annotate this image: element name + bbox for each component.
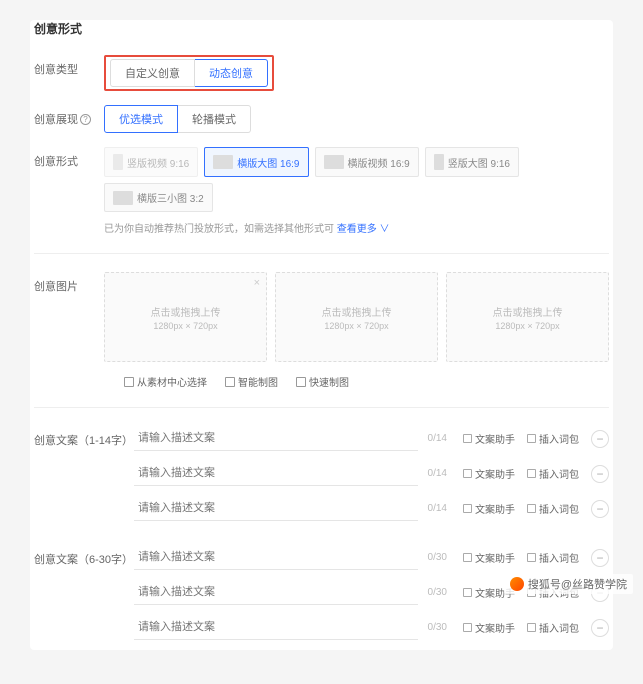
upload-box-1[interactable]: × 点击或拖拽上传 1280px × 720px <box>104 272 267 362</box>
copy-assistant-button[interactable]: 文案助手 <box>457 501 521 516</box>
assistant-icon <box>463 434 472 443</box>
format-vertical-large[interactable]: 竖版大图 9:16 <box>425 147 519 177</box>
row-copy-long: 创意文案（6-30字） 0/30文案助手插入词包−0/30文案助手插入词包−0/… <box>34 545 609 650</box>
sohu-logo-icon <box>510 577 524 591</box>
copy-assistant-button[interactable]: 文案助手 <box>457 431 521 446</box>
watermark: 搜狐号@丝路赞学院 <box>504 574 633 594</box>
copy-input-row: 0/14文案助手插入词包− <box>134 461 609 486</box>
tool-material-center[interactable]: 从素材中心选择 <box>124 374 207 389</box>
char-count: 0/30 <box>418 622 457 633</box>
tab-dynamic-creative[interactable]: 动态创意 <box>195 59 268 87</box>
copy-assistant-button[interactable]: 文案助手 <box>457 550 521 565</box>
label-copy-long: 创意文案（6-30字） <box>34 545 134 567</box>
tab-custom-creative[interactable]: 自定义创意 <box>110 59 195 87</box>
remove-row-button[interactable]: − <box>591 500 609 518</box>
format-thumb-icon <box>324 155 344 169</box>
tab-optimal-mode[interactable]: 优选模式 <box>104 105 178 133</box>
assistant-icon <box>463 623 472 632</box>
copy-input[interactable] <box>134 615 418 640</box>
char-count: 0/30 <box>418 552 457 563</box>
row-display-mode: 创意展现 ? 优选模式 轮播模式 <box>34 105 609 133</box>
remove-row-button[interactable]: − <box>591 549 609 567</box>
label-creative-form: 创意形式 <box>34 147 104 169</box>
insert-icon <box>527 434 536 443</box>
label-creative-image: 创意图片 <box>34 272 104 294</box>
assistant-icon <box>463 504 472 513</box>
remove-row-button[interactable]: − <box>591 465 609 483</box>
format-horizontal-large[interactable]: 横版大图 16:9 <box>204 147 308 177</box>
format-vertical-video[interactable]: 竖版视频 9:16 <box>104 147 198 177</box>
upload-box-2[interactable]: 点击或拖拽上传 1280px × 720px <box>275 272 438 362</box>
assistant-icon <box>463 469 472 478</box>
image-tools: 从素材中心选择 智能制图 快速制图 <box>104 374 609 389</box>
insert-word-button[interactable]: 插入词包 <box>521 501 585 516</box>
remove-row-button[interactable]: − <box>591 619 609 637</box>
label-display-mode: 创意展现 ? <box>34 105 104 127</box>
char-count: 0/14 <box>418 433 457 444</box>
flash-icon <box>296 377 306 387</box>
insert-icon <box>527 469 536 478</box>
insert-word-button[interactable]: 插入词包 <box>521 431 585 446</box>
divider <box>34 253 609 254</box>
copy-input-row: 0/30文案助手插入词包− <box>134 545 609 570</box>
tool-quick-image[interactable]: 快速制图 <box>296 374 349 389</box>
row-creative-type: 创意类型 自定义创意 动态创意 <box>34 55 609 91</box>
remove-row-button[interactable]: − <box>591 430 609 448</box>
format-thumb-icon <box>434 154 444 170</box>
insert-word-button[interactable]: 插入词包 <box>521 550 585 565</box>
copy-assistant-button[interactable]: 文案助手 <box>457 466 521 481</box>
insert-icon <box>527 504 536 513</box>
library-icon <box>124 377 134 387</box>
copy-input[interactable] <box>134 580 418 605</box>
insert-icon <box>527 623 536 632</box>
see-more-link[interactable]: 查看更多 ∨ <box>337 224 390 235</box>
format-horizontal-video[interactable]: 横版视频 16:9 <box>315 147 419 177</box>
section-title-form: 创意形式 <box>34 20 609 37</box>
format-thumb-icon <box>213 155 233 169</box>
divider <box>34 407 609 408</box>
copy-input[interactable] <box>134 545 418 570</box>
char-count: 0/14 <box>418 503 457 514</box>
copy-assistant-button[interactable]: 文案助手 <box>457 620 521 635</box>
copy-input[interactable] <box>134 496 418 521</box>
insert-icon <box>527 553 536 562</box>
row-copy-short: 创意文案（1-14字） 0/14文案助手插入词包−0/14文案助手插入词包−0/… <box>34 426 609 531</box>
close-icon[interactable]: × <box>254 277 260 289</box>
upload-box-3[interactable]: 点击或拖拽上传 1280px × 720px <box>446 272 609 362</box>
tool-smart-image[interactable]: 智能制图 <box>225 374 278 389</box>
format-three-small[interactable]: 横版三小图 3:2 <box>104 183 213 212</box>
help-icon[interactable]: ? <box>80 114 91 125</box>
copy-input-row: 0/30文案助手插入词包− <box>134 615 609 640</box>
ai-icon <box>225 377 235 387</box>
copy-input-row: 0/14文案助手插入词包− <box>134 496 609 521</box>
highlight-box: 自定义创意 动态创意 <box>104 55 274 91</box>
copy-input[interactable] <box>134 426 418 451</box>
copy-input-row: 0/14文案助手插入词包− <box>134 426 609 451</box>
format-hint: 已为你自动推荐热门投放形式，如需选择其他形式可 查看更多 ∨ <box>104 220 609 235</box>
format-thumb-icon <box>113 154 123 170</box>
tab-carousel-mode[interactable]: 轮播模式 <box>178 105 251 133</box>
char-count: 0/14 <box>418 468 457 479</box>
insert-word-button[interactable]: 插入词包 <box>521 466 585 481</box>
row-creative-image: 创意图片 × 点击或拖拽上传 1280px × 720px 点击或拖拽上传 12… <box>34 272 609 389</box>
char-count: 0/30 <box>418 587 457 598</box>
assistant-icon <box>463 553 472 562</box>
row-creative-form: 创意形式 竖版视频 9:16 横版大图 16:9 横版视频 16:9 <box>34 147 609 235</box>
assistant-icon <box>463 588 472 597</box>
format-thumb-icon <box>113 191 133 205</box>
label-creative-type: 创意类型 <box>34 55 104 77</box>
insert-word-button[interactable]: 插入词包 <box>521 620 585 635</box>
label-copy-short: 创意文案（1-14字） <box>34 426 134 448</box>
format-list: 竖版视频 9:16 横版大图 16:9 横版视频 16:9 竖版大图 9:16 <box>104 147 609 212</box>
copy-input[interactable] <box>134 461 418 486</box>
